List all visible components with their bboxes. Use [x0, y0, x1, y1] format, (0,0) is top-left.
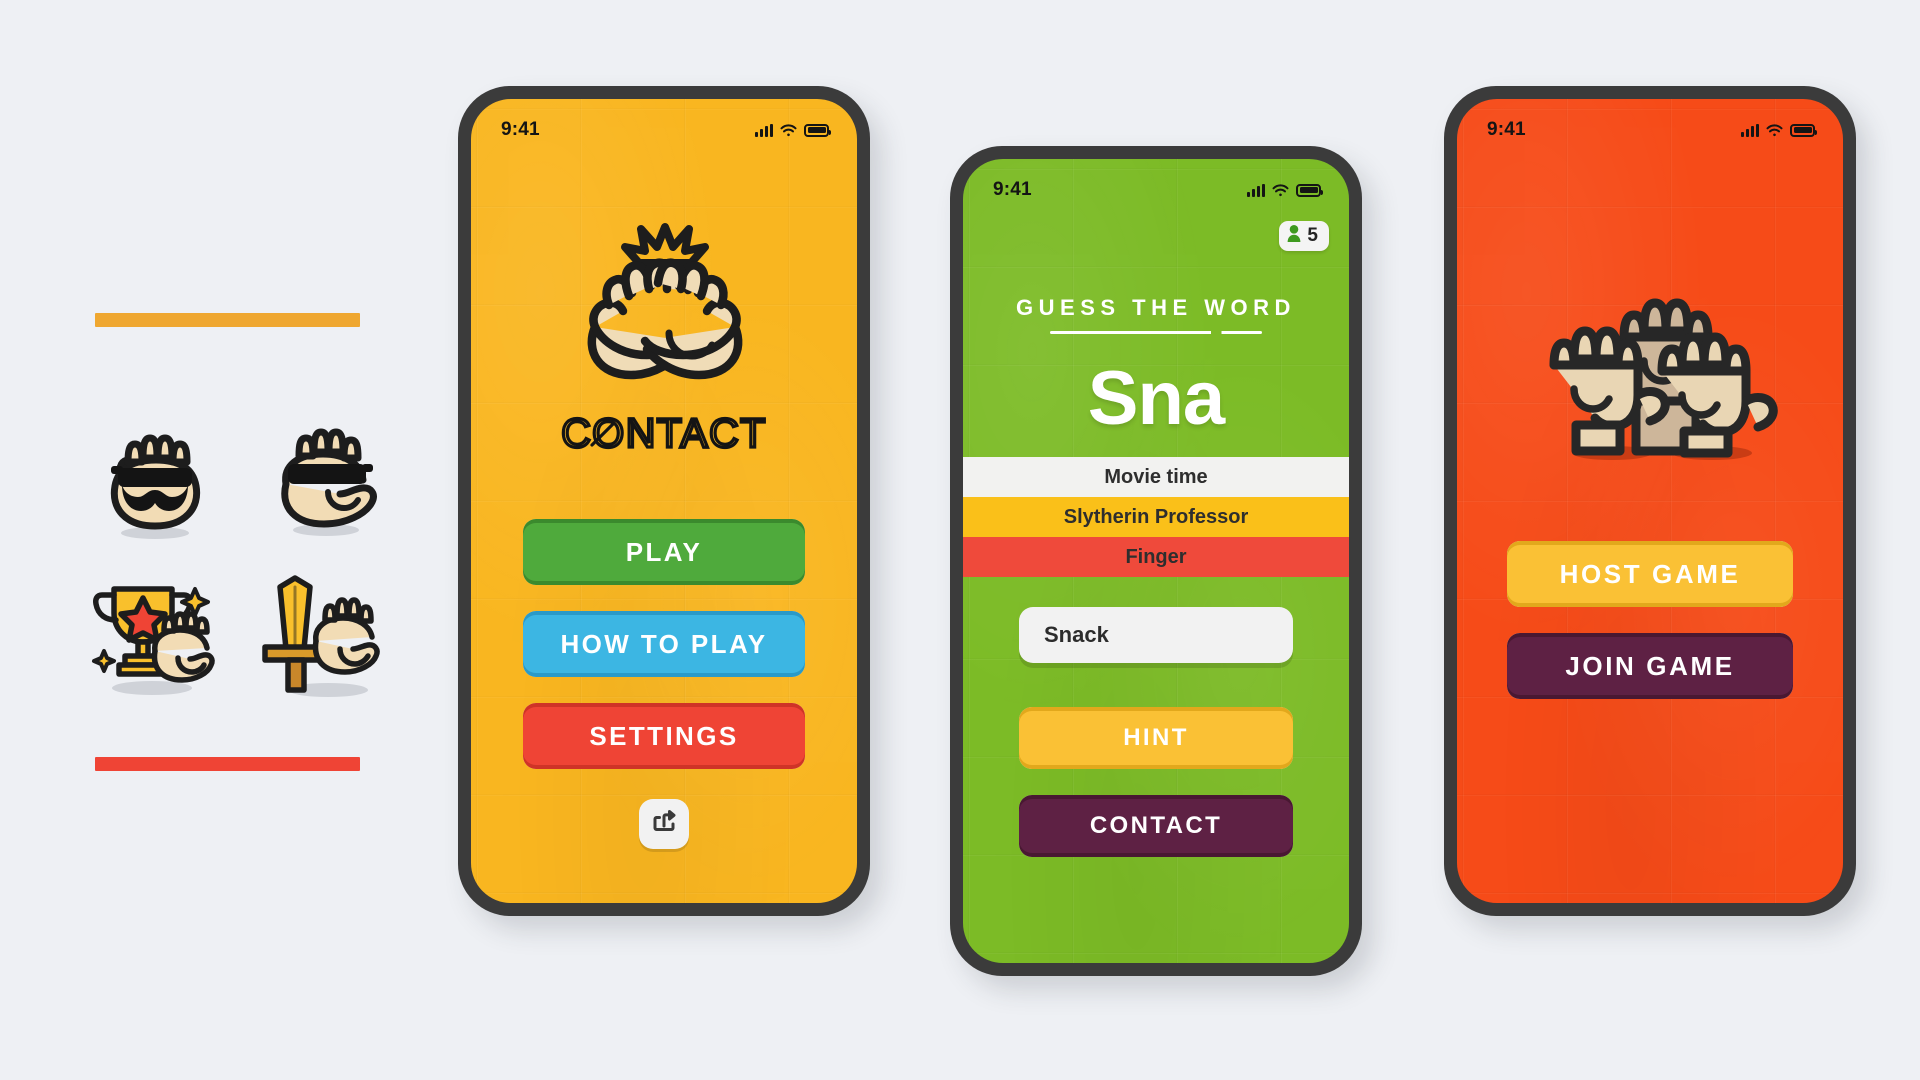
signal-bars-icon [755, 123, 773, 137]
main-menu-buttons: PLAY HOW TO PLAY SETTINGS [523, 519, 805, 795]
hand-mustache-sunglasses-icon [80, 400, 230, 550]
guess-word-display: Sna [1087, 356, 1225, 441]
hint-button[interactable]: HINT [1019, 707, 1293, 769]
three-raised-hands-icon [1457, 241, 1843, 484]
lobby-buttons: HOST GAME JOIN GAME [1507, 541, 1793, 725]
status-bar: 9:41 [963, 159, 1349, 209]
game-action-buttons: HINT CONTACT [1019, 707, 1293, 883]
wifi-icon [780, 123, 797, 137]
divider-bar-top [95, 313, 360, 327]
how-to-play-button[interactable]: HOW TO PLAY [523, 611, 805, 677]
battery-icon [1296, 183, 1323, 197]
screen-game: 9:41 5 GUESS THE WORD Sna Movie time Sly… [963, 159, 1349, 963]
status-time: 9:41 [501, 119, 540, 140]
share-button[interactable] [639, 799, 689, 849]
settings-button[interactable]: SETTINGS [523, 703, 805, 769]
status-bar: 9:41 [1457, 99, 1843, 149]
trophy-hand-icon [80, 565, 230, 715]
phone-frame-lobby: 9:41 HOST GAME JOIN GAME [1444, 86, 1856, 916]
share-icon [651, 809, 678, 839]
player-count-badge[interactable]: 5 [1279, 221, 1329, 251]
contact-hands-logo-icon [471, 217, 857, 412]
wifi-icon [1272, 183, 1289, 197]
answer-input[interactable]: Snack [1019, 607, 1293, 663]
app-logo-title: CONTACT [471, 408, 857, 462]
battery-icon [1790, 123, 1817, 137]
play-button[interactable]: PLAY [523, 519, 805, 585]
heading-underline [1050, 331, 1262, 334]
clue-row[interactable]: Finger [963, 537, 1349, 577]
host-game-button[interactable]: HOST GAME [1507, 541, 1793, 607]
phone-frame-menu: 9:41 CONTACT PLAY HOW TO PLAY SETTINGS [458, 86, 870, 916]
status-bar: 9:41 [471, 99, 857, 149]
clue-row[interactable]: Slytherin Professor [963, 497, 1349, 537]
status-time: 9:41 [993, 179, 1032, 200]
phone-frame-game: 9:41 5 GUESS THE WORD Sna Movie time Sly… [950, 146, 1362, 976]
screen-lobby: 9:41 HOST GAME JOIN GAME [1457, 99, 1843, 903]
signal-bars-icon [1741, 123, 1759, 137]
clue-list: Movie time Slytherin Professor Finger [963, 457, 1349, 577]
clue-row[interactable]: Movie time [963, 457, 1349, 497]
screen-main-menu: 9:41 CONTACT PLAY HOW TO PLAY SETTINGS [471, 99, 857, 903]
player-count-value: 5 [1307, 225, 1318, 246]
divider-bar-bottom [95, 757, 360, 771]
signal-bars-icon [1247, 183, 1265, 197]
guess-heading: GUESS THE WORD [1016, 295, 1296, 320]
style-guide-panel [0, 0, 400, 1080]
svg-text:CONTACT: CONTACT [561, 411, 767, 456]
background-texture [1457, 99, 1843, 903]
status-time: 9:41 [1487, 119, 1526, 140]
contact-button[interactable]: CONTACT [1019, 795, 1293, 857]
battery-icon [804, 123, 831, 137]
join-game-button[interactable]: JOIN GAME [1507, 633, 1793, 699]
person-icon [1287, 225, 1301, 247]
hand-sunglasses-icon [248, 400, 398, 550]
wifi-icon [1766, 123, 1783, 137]
sword-hand-icon [248, 565, 398, 715]
